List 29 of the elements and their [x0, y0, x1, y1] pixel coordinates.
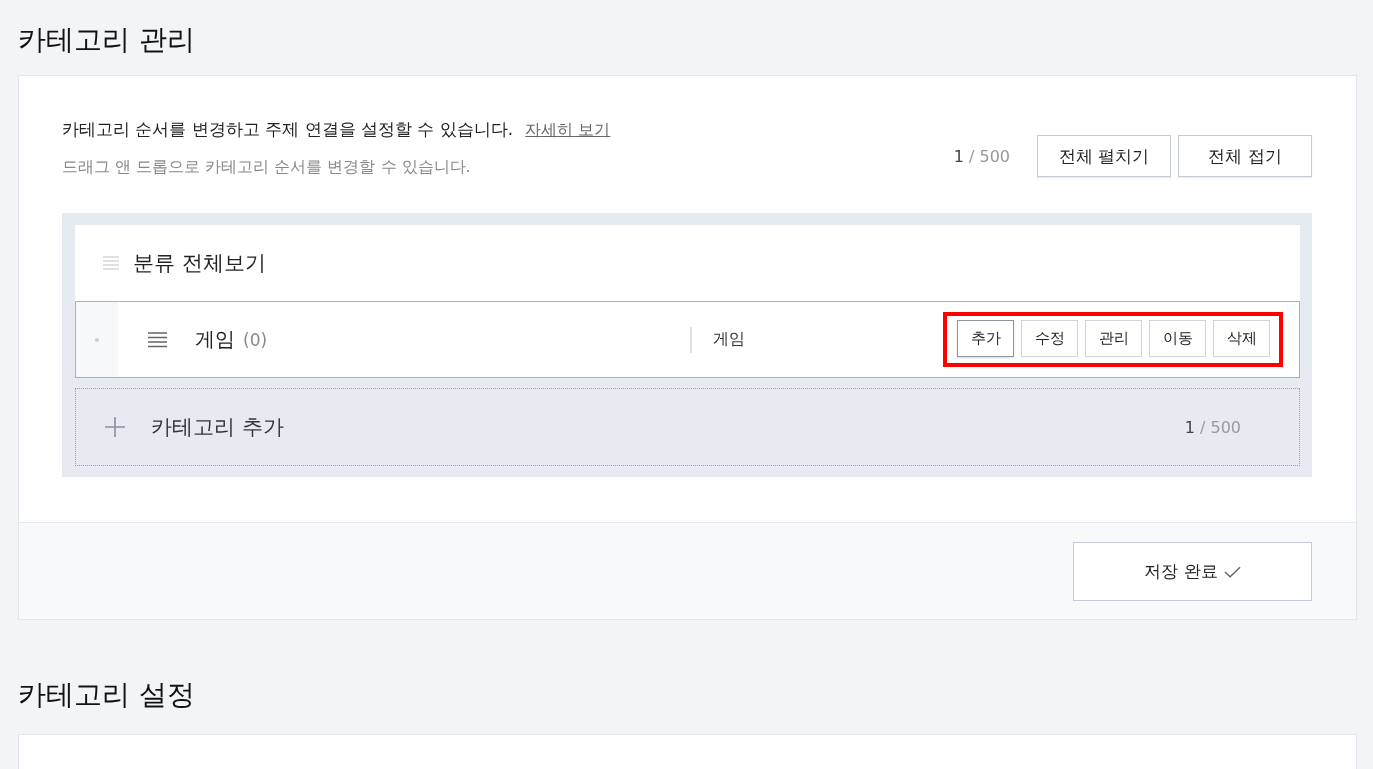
- action-button[interactable]: 수정: [1021, 320, 1078, 357]
- category-name: 게임: [195, 326, 235, 353]
- add-category-row[interactable]: 카테고리 추가 1 / 500: [75, 388, 1300, 466]
- drag-handle-icon[interactable]: [148, 331, 167, 348]
- section-title: 카테고리 설정: [18, 677, 195, 713]
- category-topic: 게임: [713, 329, 745, 350]
- counter-limit: / 500: [1200, 417, 1241, 437]
- section-title: 카테고리 관리: [18, 22, 195, 58]
- category-row[interactable]: 게임 (0) 게임 추가 수정 관리 이동 삭제: [75, 301, 1300, 378]
- action-button[interactable]: 추가: [957, 320, 1014, 357]
- action-button[interactable]: 삭제: [1213, 320, 1270, 357]
- dot-icon: [95, 337, 99, 342]
- hint-text: 드래그 앤 드롭으로 카테고리 순서를 변경할 수 있습니다.: [62, 156, 472, 178]
- save-button[interactable]: 저장 완료: [1073, 542, 1312, 601]
- action-button[interactable]: 관리: [1085, 320, 1142, 357]
- add-category-label: 카테고리 추가: [151, 414, 284, 441]
- help-link[interactable]: 자세히 보기: [525, 117, 611, 143]
- root-label: 분류 전체보기: [133, 250, 266, 277]
- description-text: 카테고리 순서를 변경하고 주제 연결을 설정할 수 있습니다.: [62, 118, 514, 141]
- tree-root-row[interactable]: 분류 전체보기: [75, 225, 1300, 301]
- counter-current: 1: [953, 146, 964, 166]
- toolbar-button[interactable]: 전체 펼치기: [1037, 135, 1171, 177]
- counter-limit: / 500: [969, 146, 1010, 166]
- toolbar-button[interactable]: 전체 접기: [1178, 135, 1312, 177]
- counter-current: 1: [1184, 417, 1195, 437]
- plus-icon: [105, 417, 125, 437]
- check-icon: [1223, 565, 1241, 578]
- category-count: (0): [243, 329, 268, 350]
- action-button[interactable]: 이동: [1149, 320, 1206, 357]
